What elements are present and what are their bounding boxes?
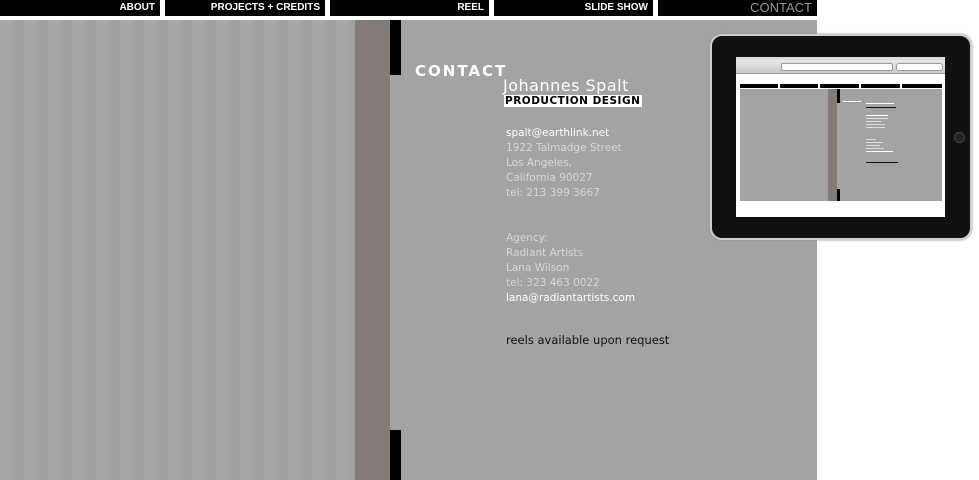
page-title: CONTACT xyxy=(415,62,508,80)
mini-text-line xyxy=(866,127,885,128)
mini-accent-bar xyxy=(828,89,837,201)
contact-details: spalt@earthlink.net 1922 Talmadge Street… xyxy=(506,126,622,201)
black-accent-bottom xyxy=(390,430,401,480)
nav-slide-show[interactable]: SLIDE SHOW xyxy=(494,0,653,16)
content-stage xyxy=(0,20,817,480)
striped-panel xyxy=(0,20,355,480)
agency-details: Agency: Radiant Artists Lana Wilson tel:… xyxy=(506,231,635,306)
mini-text-line xyxy=(866,142,883,143)
vertical-accent-bar xyxy=(355,20,390,480)
mini-text-line xyxy=(866,121,882,122)
black-accent-top xyxy=(390,20,401,75)
mini-content-stage xyxy=(740,89,942,201)
mini-text-line xyxy=(866,139,876,140)
city: Los Angeles, xyxy=(506,157,573,169)
mini-text-line xyxy=(866,162,898,163)
mini-title-line xyxy=(866,107,896,108)
ipad-home-button-icon xyxy=(954,132,965,143)
mini-heading-line xyxy=(843,101,861,102)
nav-contact[interactable]: CONTACT xyxy=(658,0,817,16)
mini-text-line xyxy=(866,124,885,125)
street-address: 1922 Talmadge Street xyxy=(506,142,622,154)
state-zip: California 90027 xyxy=(506,172,593,184)
mini-browser-toolbar xyxy=(736,60,945,74)
designer-name: Johannes Spalt xyxy=(503,76,629,95)
nav-about[interactable]: ABOUT xyxy=(0,0,160,16)
mini-url-bar xyxy=(781,63,893,71)
mini-text-line xyxy=(866,115,888,116)
agency-email-link[interactable]: lana@radiantartists.com xyxy=(506,291,635,306)
mini-black-bottom xyxy=(837,189,840,201)
mini-nav xyxy=(740,84,942,88)
mini-text-line xyxy=(866,148,884,149)
email-link[interactable]: spalt@earthlink.net xyxy=(506,126,622,141)
nav-projects-credits[interactable]: PROJECTS + CREDITS xyxy=(165,0,325,16)
ipad-screen xyxy=(736,57,945,217)
agency-name: Radiant Artists xyxy=(506,247,584,259)
phone-number: tel: 213 399 3667 xyxy=(506,187,600,199)
mini-search-bar xyxy=(896,63,943,71)
agency-phone: tel: 323 463 0022 xyxy=(506,277,600,289)
ipad-preview-image xyxy=(710,34,972,240)
agent-name: Lana Wilson xyxy=(506,262,570,274)
reels-note: reels available upon request xyxy=(506,333,670,347)
agency-label: Agency: xyxy=(506,232,548,244)
designer-title: PRODUCTION DESIGN xyxy=(504,95,643,107)
nav-reel[interactable]: REEL xyxy=(330,0,489,16)
mini-text-line xyxy=(866,145,880,146)
mini-text-line xyxy=(866,151,893,152)
mini-text-line xyxy=(866,118,888,119)
mini-name-line xyxy=(866,103,894,104)
mini-black-top xyxy=(837,89,840,103)
top-nav: ABOUT PROJECTS + CREDITS REEL SLIDE SHOW… xyxy=(0,0,817,16)
